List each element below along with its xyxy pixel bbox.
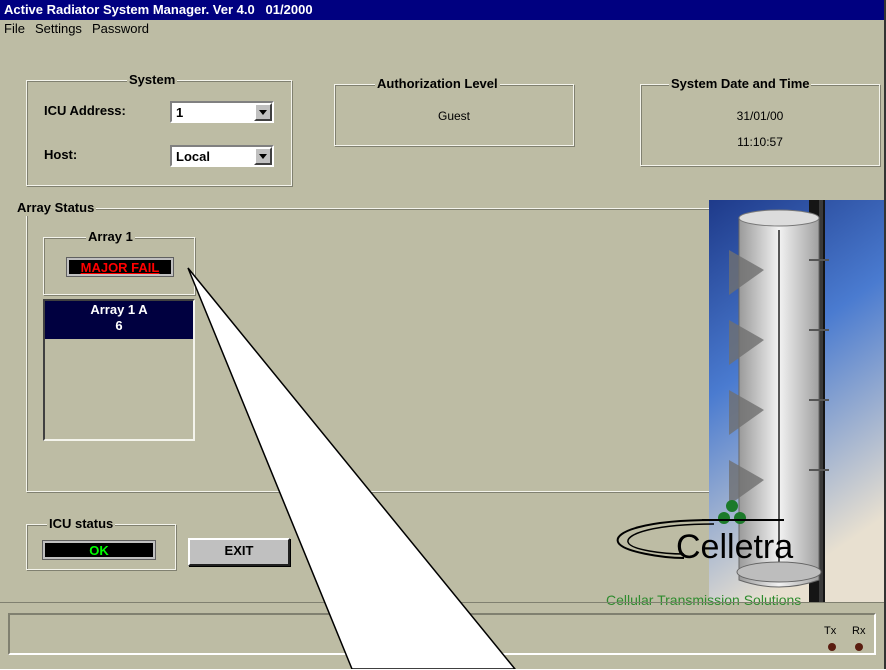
callout-pointer [187,267,516,669]
